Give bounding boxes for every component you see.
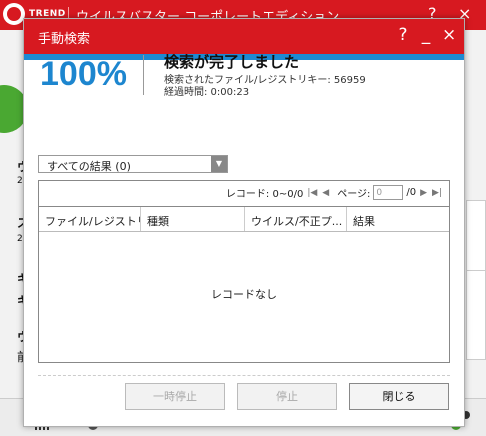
occluded-text: 2	[17, 176, 23, 186]
result-filter-select[interactable]: すべての結果 (0) ▼	[38, 155, 228, 173]
page-number-input[interactable]: 0	[373, 185, 404, 200]
dialog-title: 手動検索	[38, 32, 91, 47]
column-header-file[interactable]: ファイル/レジストリ...	[39, 207, 141, 231]
record-count-text: レコード: 0~0/0	[225, 189, 304, 200]
close-x-button[interactable]: ×	[442, 25, 456, 45]
dialog-titlebar[interactable]: 手動検索 ? _ ×	[24, 19, 464, 54]
progress-percent: 100%	[40, 55, 127, 93]
results-panel: レコード: 0~0/0 |◀ ◀ ページ: 0 /0 ▶ ▶| ファイル/レジス…	[38, 180, 450, 363]
progress-divider	[143, 55, 144, 95]
column-header-result[interactable]: 結果	[347, 207, 449, 231]
manual-scan-dialog: 手動検索 ? _ × 100% 検索が完了しました 検索されたファイル/レジスト…	[23, 18, 465, 427]
button-divider	[38, 375, 450, 376]
stop-button[interactable]: 停止	[237, 383, 337, 410]
occluded-text: 2	[17, 234, 23, 244]
table-header: ファイル/レジストリ... 種類 ウイルス/不正プ... 結果	[39, 206, 449, 232]
occluded-card	[466, 270, 486, 360]
page-total-text: /0	[406, 187, 417, 198]
scan-status-title: 検索が完了しました	[164, 53, 300, 71]
result-filter-value: すべての結果 (0)	[47, 160, 131, 173]
first-page-icon[interactable]: |◀	[306, 188, 318, 198]
empty-records-message: レコードなし	[211, 288, 277, 301]
next-page-icon[interactable]: ▶	[419, 188, 428, 198]
page-label: ページ:	[337, 189, 371, 200]
occluded-card	[466, 200, 486, 278]
minimize-button[interactable]: _	[419, 25, 433, 45]
last-page-icon[interactable]: ▶|	[431, 188, 443, 198]
close-button[interactable]: 閉じる	[349, 383, 449, 410]
elapsed-time-text: 経過時間: 0:00:23	[164, 87, 250, 98]
prev-page-icon[interactable]: ◀	[321, 188, 330, 198]
column-header-type[interactable]: 種類	[141, 207, 245, 231]
pager: レコード: 0~0/0 |◀ ◀ ページ: 0 /0 ▶ ▶|	[39, 181, 449, 206]
pause-button[interactable]: 一時停止	[125, 383, 225, 410]
help-button[interactable]: ?	[396, 25, 410, 45]
app-logo-icon	[3, 3, 25, 25]
column-header-threat[interactable]: ウイルス/不正プ...	[245, 207, 347, 231]
chevron-down-icon[interactable]: ▼	[211, 156, 227, 172]
